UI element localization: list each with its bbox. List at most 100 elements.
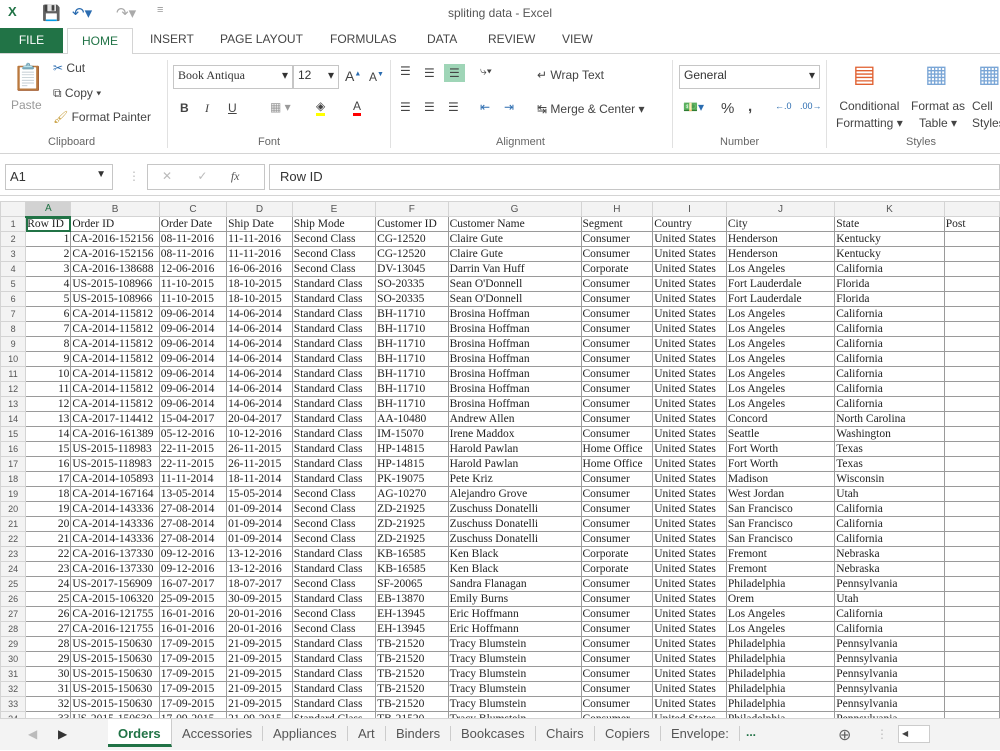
more-sheets-button[interactable]: ... [746, 725, 756, 739]
cell[interactable]: Brosina Hoffman [447, 366, 582, 382]
cell[interactable]: United States [652, 681, 727, 697]
cell[interactable]: Second Class [291, 261, 377, 277]
cell[interactable]: Standard Class [291, 306, 377, 322]
sheet-tab[interactable]: Art [348, 726, 386, 741]
horizontal-scrollbar[interactable]: ◀ [898, 725, 930, 743]
cell[interactable]: CA-2014-105893 [70, 471, 160, 487]
cell[interactable]: 30-09-2015 [226, 591, 293, 607]
cell[interactable]: 21-09-2015 [226, 696, 293, 712]
cell[interactable]: Wisconsin [834, 471, 945, 487]
cell[interactable]: United States [652, 546, 727, 562]
cell[interactable]: Standard Class [291, 426, 377, 442]
cell[interactable]: Row ID [25, 216, 72, 232]
decrease-indent-icon[interactable]: ⇤ [480, 100, 490, 114]
cell[interactable]: Standard Class [291, 396, 377, 412]
cell[interactable]: 20-01-2016 [226, 606, 293, 622]
cell[interactable]: 14-06-2014 [226, 366, 293, 382]
cell[interactable] [943, 606, 1000, 622]
cell[interactable]: 6 [25, 306, 72, 322]
cell[interactable]: 23 [25, 561, 72, 577]
cell[interactable]: Ship Mode [291, 216, 377, 232]
cell[interactable]: 14-06-2014 [226, 306, 293, 322]
cell[interactable]: Second Class [291, 246, 377, 262]
cell[interactable]: Standard Class [291, 666, 377, 682]
cell[interactable]: Standard Class [291, 291, 377, 307]
column-header[interactable]: I [652, 201, 727, 217]
merge-center-button[interactable]: ↹ Merge & Center ▾ [537, 102, 644, 116]
row-header[interactable]: 12 [0, 381, 27, 397]
cell[interactable]: West Jordan [725, 486, 836, 502]
cell[interactable]: 4 [25, 276, 72, 292]
align-right-icon[interactable]: ☰ [448, 100, 459, 114]
cell[interactable]: North Carolina [834, 411, 945, 427]
cell[interactable]: Fremont [725, 546, 836, 562]
cell[interactable]: United States [652, 261, 727, 277]
cell[interactable]: 05-12-2016 [158, 426, 228, 442]
cell[interactable]: Home Office [580, 456, 654, 472]
cell[interactable]: Standard Class [291, 471, 377, 487]
row-header[interactable]: 31 [0, 666, 27, 682]
cell[interactable]: United States [652, 396, 727, 412]
cell[interactable] [943, 501, 1000, 517]
cell[interactable]: Brosina Hoffman [447, 381, 582, 397]
cell[interactable]: 2 [25, 246, 72, 262]
cell[interactable]: 22-11-2015 [158, 441, 228, 457]
cell[interactable]: BH-11710 [375, 336, 449, 352]
row-header[interactable]: 22 [0, 531, 27, 547]
cell[interactable]: 17-09-2015 [158, 651, 228, 667]
cell[interactable] [943, 621, 1000, 637]
percent-button[interactable]: % [721, 100, 734, 117]
cell[interactable]: Irene Maddox [447, 426, 582, 442]
cell[interactable]: Sean O'Donnell [447, 291, 582, 307]
cell[interactable]: Harold Pawlan [447, 456, 582, 472]
cell[interactable]: Consumer [580, 486, 654, 502]
cell[interactable]: Consumer [580, 621, 654, 637]
cell[interactable]: 18-11-2014 [226, 471, 293, 487]
cell[interactable]: United States [652, 621, 727, 637]
row-header[interactable]: 25 [0, 576, 27, 592]
cell[interactable]: 16-01-2016 [158, 621, 228, 637]
row-header[interactable]: 17 [0, 456, 27, 472]
cell[interactable]: 21-09-2015 [226, 636, 293, 652]
cell[interactable]: Second Class [291, 576, 377, 592]
column-header[interactable]: K [834, 201, 945, 217]
cell[interactable]: Texas [834, 441, 945, 457]
cell[interactable]: Florida [834, 276, 945, 292]
cell[interactable]: Second Class [291, 531, 377, 547]
cell[interactable]: 3 [25, 261, 72, 277]
cell[interactable]: Consumer [580, 396, 654, 412]
column-header[interactable]: G [447, 201, 582, 217]
cell[interactable]: CA-2016-137330 [70, 546, 160, 562]
tab-data[interactable]: DATA [427, 32, 457, 46]
sheet-tab[interactable]: Appliances [263, 726, 348, 741]
cell[interactable]: United States [652, 666, 727, 682]
orientation-icon[interactable]: ⤷▾ [480, 64, 492, 79]
cell[interactable]: CA-2014-115812 [70, 366, 160, 382]
sheet-tab[interactable]: Binders [386, 726, 452, 741]
cell[interactable]: Texas [834, 456, 945, 472]
cell[interactable]: United States [652, 636, 727, 652]
cell[interactable]: 11-10-2015 [158, 291, 228, 307]
row-header[interactable]: 13 [0, 396, 27, 412]
cell[interactable]: PK-19075 [375, 471, 449, 487]
cell[interactable]: 18-10-2015 [226, 291, 293, 307]
cell[interactable]: 26-11-2015 [226, 456, 293, 472]
cell[interactable] [943, 441, 1000, 457]
cell[interactable]: CA-2017-114412 [70, 411, 160, 427]
font-name-dropdown[interactable]: Book Antiqua ▾ [173, 65, 293, 89]
column-header[interactable]: A [25, 201, 72, 218]
cell[interactable]: EH-13945 [375, 606, 449, 622]
cell[interactable]: Segment [580, 216, 654, 232]
cell[interactable] [943, 336, 1000, 352]
cell[interactable]: 09-06-2014 [158, 336, 228, 352]
cell[interactable]: 09-06-2014 [158, 321, 228, 337]
cell[interactable]: 08-11-2016 [158, 231, 228, 247]
italic-button[interactable]: I [205, 101, 209, 116]
cell[interactable]: United States [652, 351, 727, 367]
cell[interactable]: 25-09-2015 [158, 591, 228, 607]
cell[interactable] [943, 591, 1000, 607]
cell[interactable]: United States [652, 486, 727, 502]
cell[interactable]: 22 [25, 546, 72, 562]
cell[interactable]: Fort Lauderdale [725, 291, 836, 307]
row-header[interactable]: 3 [0, 246, 27, 262]
